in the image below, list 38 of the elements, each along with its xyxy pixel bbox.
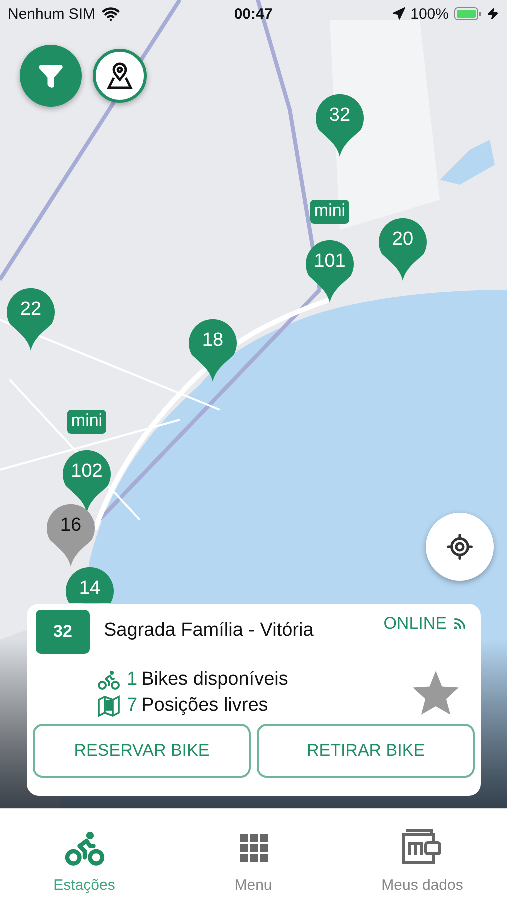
stat-label: Bikes disponíveis: [142, 669, 288, 691]
map-pin[interactable]: 101: [305, 238, 355, 304]
dock-icon: [97, 694, 121, 718]
map-pin[interactable]: 18: [188, 317, 238, 383]
action-button[interactable]: RESERVAR BIKE: [33, 724, 251, 778]
tab-item[interactable]: Meus dados: [338, 809, 507, 900]
tab-item[interactable]: Estações: [0, 809, 169, 900]
station-number: 32: [36, 610, 90, 654]
wifi-icon: [102, 5, 120, 23]
action-button[interactable]: RETIRAR BIKE: [257, 724, 475, 778]
map-pin[interactable]: 20: [378, 216, 428, 282]
favorite-star-icon[interactable]: [411, 669, 461, 717]
stat-label: Posições livres: [142, 695, 268, 717]
tab-item[interactable]: Menu: [169, 809, 338, 900]
battery-icon: [454, 7, 482, 21]
location-arrow-icon: [392, 7, 406, 21]
map-pin[interactable]: 32: [315, 92, 365, 158]
station-name: Sagrada Família - Vitória: [104, 620, 315, 642]
filter-icon: [38, 63, 64, 89]
carrier-name: Nenhum SIM: [8, 6, 96, 22]
map-pin[interactable]: 102: [62, 448, 112, 514]
map-pin[interactable]: 14: [65, 565, 115, 603]
wallet-icon: [402, 829, 444, 867]
mini-tag: mini: [310, 200, 350, 224]
stat-count: 7: [127, 695, 138, 717]
station-status: ONLINE: [384, 614, 447, 634]
mini-tag: mini: [67, 410, 107, 434]
locate-icon: [446, 533, 474, 561]
signal-icon: [453, 617, 467, 631]
charging-icon: [487, 8, 499, 20]
bicycle-icon: [97, 668, 121, 692]
map-pin[interactable]: 16: [46, 502, 96, 568]
stat-count: 1: [127, 669, 138, 691]
map-pin[interactable]: 22: [6, 286, 56, 352]
clock-time: 00:47: [234, 6, 273, 22]
battery-percentage: 100%: [410, 6, 449, 22]
grid-icon: [240, 834, 268, 862]
map-pin-icon: [105, 61, 135, 91]
